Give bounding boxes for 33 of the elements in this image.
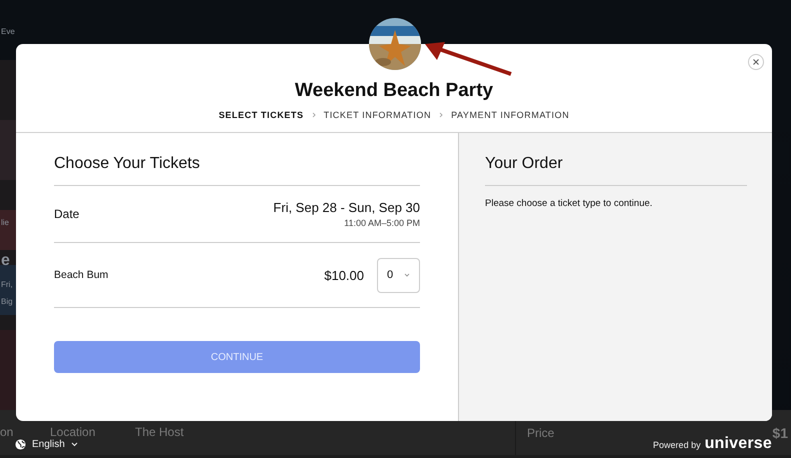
order-heading: Your Order (485, 133, 747, 186)
background-text: Eve (1, 28, 15, 37)
background-text: The Host (135, 426, 185, 438)
chevron-down-icon (70, 442, 78, 447)
close-button[interactable] (748, 54, 764, 70)
checkout-step[interactable]: SELECT TICKETS (218, 110, 304, 120)
date-range: Fri, Sep 28 - Sun, Sep 30 (273, 200, 420, 215)
checkout-step[interactable]: TICKET INFORMATION (324, 110, 432, 120)
background-text: on (0, 426, 14, 438)
background-text: Location (50, 426, 96, 438)
chevron-down-icon (404, 273, 410, 277)
background-text: Price (527, 426, 554, 440)
ticket-price: $10.00 (324, 268, 364, 282)
background-text: Fri, (1, 281, 13, 290)
chevron-icon (312, 112, 316, 118)
background-text: lie (1, 218, 10, 228)
close-icon (753, 59, 759, 65)
date-label: Date (54, 207, 80, 221)
language-selector[interactable]: English (15, 439, 78, 450)
background-text: $1 (772, 425, 788, 441)
ticket-name: Beach Bum (54, 269, 108, 281)
time-range: 11:00 AM–5:00 PM (344, 218, 420, 228)
brand-logo: universe (704, 436, 772, 452)
powered-by-text: Powered by (653, 440, 701, 450)
order-message: Please choose a ticket type to continue. (485, 198, 654, 209)
section-heading: Choose Your Tickets (54, 133, 420, 186)
background-text: Big (1, 298, 13, 307)
checkout-step[interactable]: PAYMENT INFORMATION (451, 110, 570, 120)
globe-icon (15, 439, 26, 450)
chevron-icon (439, 112, 444, 118)
background-text: e (1, 252, 10, 270)
quantity-select[interactable]: 0 (377, 258, 420, 292)
event-title: Weekend Beach Party (294, 80, 494, 102)
